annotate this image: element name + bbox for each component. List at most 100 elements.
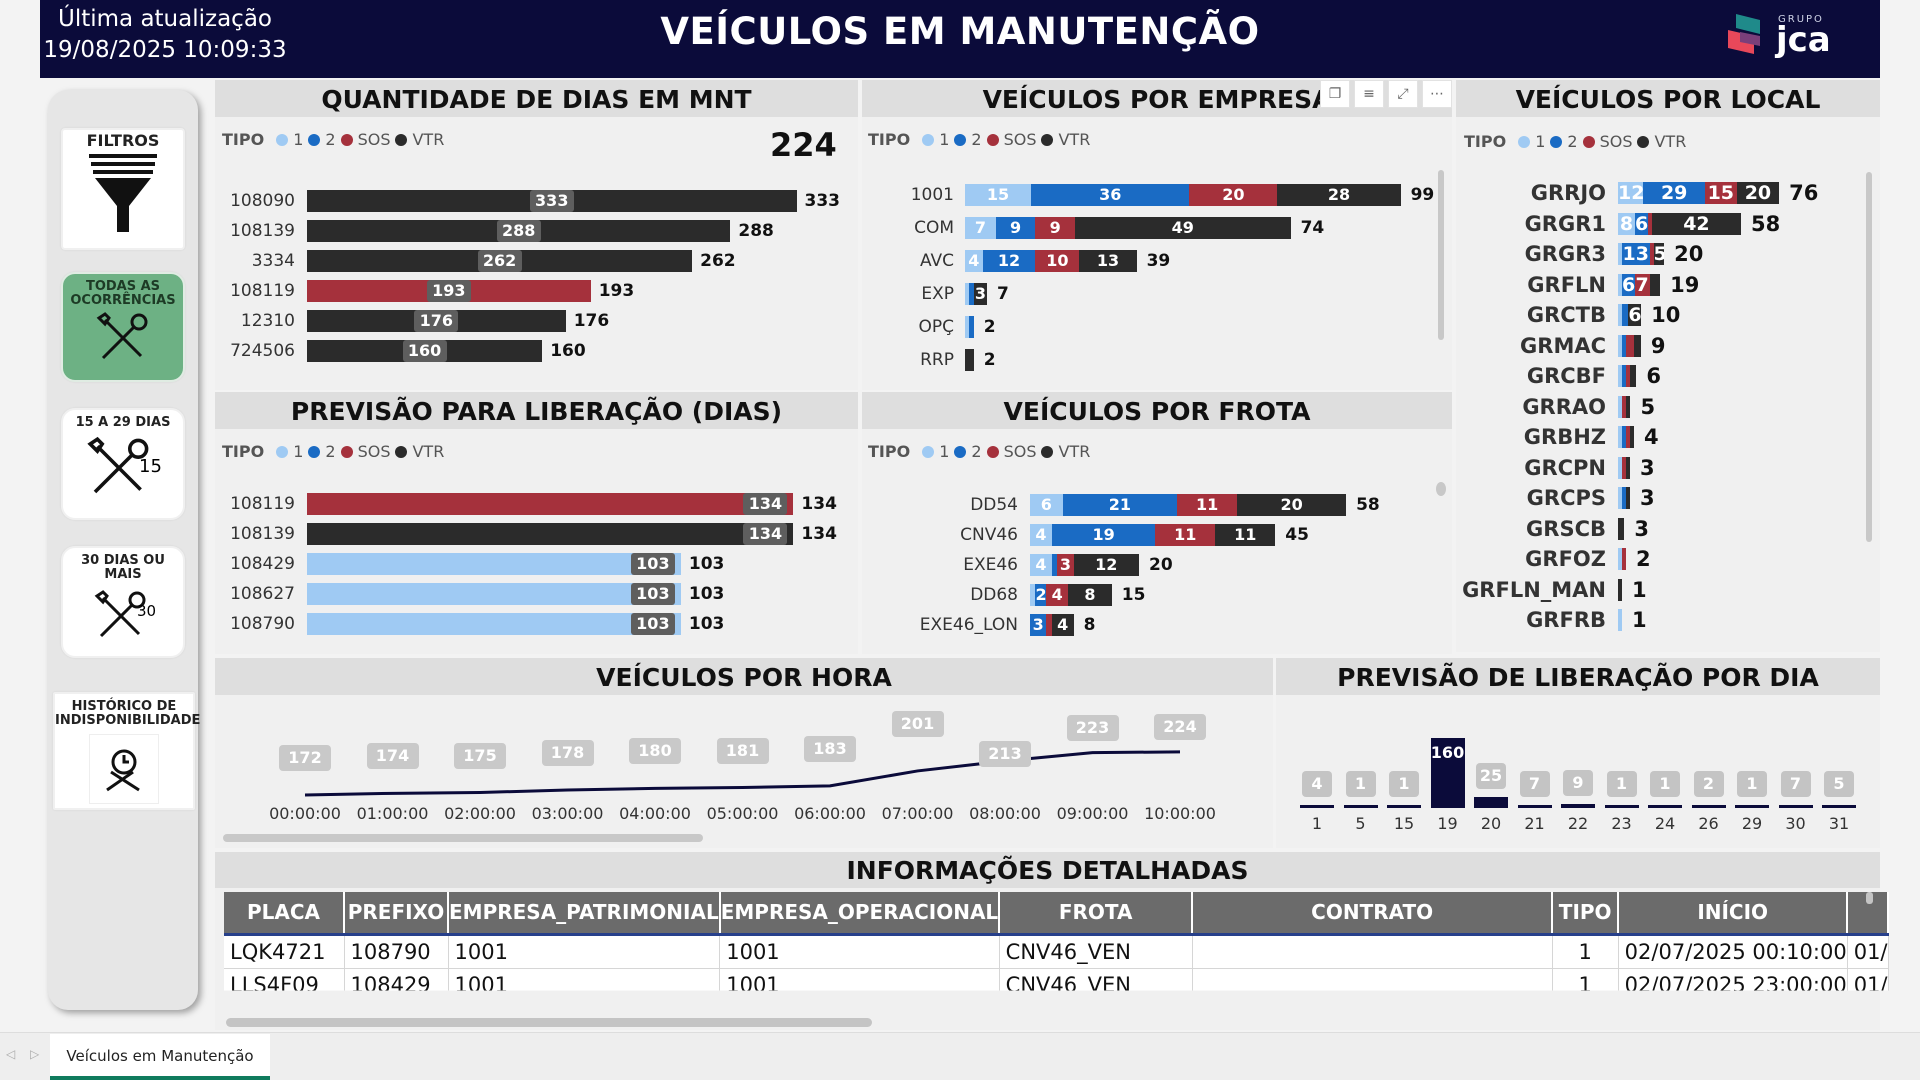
- tab-veiculos-em-manutencao[interactable]: Veículos em Manutenção: [50, 1034, 270, 1080]
- bar[interactable]: [307, 493, 794, 515]
- day-bar[interactable]: [1778, 804, 1813, 808]
- legend-item[interactable]: SOS: [340, 442, 391, 461]
- sidebar-item-30-dias-ou-mais[interactable]: 30 DIAS OU MAIS 30: [61, 546, 185, 658]
- stacked-bar[interactable]: [1618, 456, 1630, 479]
- stacked-bar[interactable]: 15 36 20 28: [965, 184, 1401, 206]
- stacked-bar[interactable]: [1618, 334, 1641, 357]
- legend-item[interactable]: SOS: [340, 130, 391, 149]
- sidebar-item-todas-ocorrencias[interactable]: TODAS AS OCORRÊNCIAS: [61, 272, 185, 382]
- stacked-bar[interactable]: 6 21 11 20: [1030, 494, 1347, 516]
- bar[interactable]: [307, 613, 681, 635]
- legend-item-label: SOS: [357, 130, 391, 149]
- legend-item[interactable]: 1: [276, 442, 303, 461]
- bar-segment: 8: [1618, 212, 1635, 235]
- data-label: 288: [496, 220, 541, 242]
- day-bar[interactable]: [1735, 805, 1769, 808]
- column-header[interactable]: PLACA: [224, 892, 345, 936]
- stacked-bar[interactable]: [1618, 487, 1630, 509]
- legend-item[interactable]: 2: [954, 130, 982, 149]
- day-bar[interactable]: [1561, 804, 1595, 808]
- column-header[interactable]: EMPRESA_OPERACIONAL: [719, 892, 1001, 936]
- day-bar[interactable]: [1300, 805, 1334, 808]
- day-bar[interactable]: [1648, 805, 1682, 808]
- legend-item[interactable]: 1: [276, 130, 303, 149]
- legend-item[interactable]: VTR: [1041, 442, 1090, 461]
- stacked-bar[interactable]: [1618, 578, 1622, 601]
- filter-icon[interactable]: ≡: [1354, 80, 1384, 108]
- table-vertical-scrollbar[interactable]: [1866, 892, 1873, 904]
- day-bar[interactable]: [1343, 805, 1378, 808]
- legend-item[interactable]: 1: [1518, 132, 1545, 151]
- row-label: CNV46: [960, 525, 1018, 545]
- legend-item[interactable]: SOS: [986, 442, 1036, 461]
- stacked-bar[interactable]: [1618, 548, 1626, 570]
- tab-prev-icon[interactable]: ◁: [6, 1047, 15, 1061]
- day-bar[interactable]: [1822, 805, 1856, 808]
- legend-item[interactable]: VTR: [1637, 132, 1686, 151]
- copy-icon[interactable]: ❐: [1320, 80, 1350, 108]
- vertical-scrollbar[interactable]: [1866, 172, 1872, 542]
- scroll-knob[interactable]: [1436, 482, 1446, 496]
- tab-next-icon[interactable]: ▷: [30, 1047, 39, 1061]
- legend-item[interactable]: 1: [922, 442, 949, 461]
- stacked-bar[interactable]: 34: [1030, 614, 1074, 636]
- legend-item[interactable]: 2: [308, 130, 336, 149]
- column-header[interactable]: CONTRATO: [1192, 892, 1554, 936]
- stacked-bar[interactable]: 12 29 15 20: [1618, 182, 1780, 204]
- stacked-bar[interactable]: [1618, 609, 1622, 631]
- bar[interactable]: [307, 583, 681, 605]
- bar[interactable]: [307, 553, 681, 575]
- stacked-bar[interactable]: 248: [1030, 584, 1112, 606]
- day-bar[interactable]: [1474, 797, 1508, 808]
- filters-card[interactable]: FILTROS: [61, 128, 185, 250]
- panel-veiculos-por-empresa: VEÍCULOS POR EMPRESA TIPO 1 2 SOS VTR 1001 15…: [862, 80, 1452, 390]
- day-bar[interactable]: [1604, 805, 1639, 808]
- stacked-bar[interactable]: 13 5: [1618, 243, 1665, 265]
- stacked-bar[interactable]: 4 3 12: [1030, 554, 1139, 576]
- stacked-bar[interactable]: 67: [1618, 273, 1661, 296]
- stacked-bar[interactable]: 6: [1618, 304, 1642, 326]
- bar-segment: 4: [1030, 524, 1052, 546]
- more-options-icon[interactable]: ⋯: [1422, 80, 1452, 108]
- table-row[interactable]: LQK4721 108790 1001 1001 CNV46_VEN 1 02/07/202…: [224, 934, 1889, 969]
- legend-item[interactable]: SOS: [986, 130, 1036, 149]
- focus-mode-icon[interactable]: ⤢: [1388, 80, 1418, 108]
- stacked-bar[interactable]: [1618, 517, 1625, 540]
- sidebar-item-15-29-dias[interactable]: 15 A 29 DIAS 15: [61, 408, 185, 520]
- legend-item[interactable]: 1: [922, 130, 949, 149]
- panel-title: INFORMAÇÕES DETALHADAS: [215, 852, 1880, 888]
- day-bar[interactable]: [1387, 805, 1421, 808]
- stacked-bar[interactable]: [965, 349, 974, 371]
- day-bar[interactable]: [1517, 804, 1552, 808]
- stacked-bar[interactable]: [1618, 426, 1634, 448]
- legend-item[interactable]: 2: [1550, 132, 1578, 151]
- table-horizontal-scrollbar[interactable]: [226, 1018, 872, 1027]
- column-header[interactable]: TIPO: [1552, 892, 1620, 936]
- stacked-bar[interactable]: [1618, 365, 1637, 387]
- stacked-bar[interactable]: [1618, 395, 1631, 418]
- row-label: 1001: [910, 185, 954, 205]
- column-header[interactable]: INÍCIO: [1618, 892, 1849, 936]
- column-header[interactable]: EMPRESA_PATRIMONIAL: [448, 892, 721, 936]
- bar[interactable]: [307, 523, 794, 545]
- legend-item[interactable]: VTR: [1041, 130, 1090, 149]
- day-bar[interactable]: [1691, 805, 1726, 808]
- stacked-bar[interactable]: 7 9 9 49: [965, 217, 1291, 239]
- column-header[interactable]: FROTA: [999, 892, 1194, 936]
- horizontal-scrollbar[interactable]: [223, 834, 703, 842]
- sidebar-item-historico[interactable]: HISTÓRICO DE INDISPONIBILIDADE: [53, 692, 200, 810]
- legend-item[interactable]: VTR: [395, 442, 444, 461]
- bar-segment: 12: [1618, 182, 1644, 204]
- stacked-bar[interactable]: [965, 316, 974, 338]
- legend-item-label: SOS: [357, 442, 391, 461]
- stacked-bar[interactable]: 4 19 11 11: [1030, 524, 1276, 546]
- legend-item[interactable]: 2: [954, 442, 982, 461]
- stacked-bar[interactable]: 4 12 10 13: [965, 250, 1137, 272]
- legend-item[interactable]: VTR: [395, 130, 444, 149]
- legend-item[interactable]: SOS: [1582, 132, 1632, 151]
- stacked-bar[interactable]: 3: [965, 283, 987, 305]
- vertical-scrollbar[interactable]: [1438, 170, 1444, 340]
- column-header[interactable]: PREFIXO: [344, 892, 449, 936]
- legend-item[interactable]: 2: [308, 442, 336, 461]
- stacked-bar[interactable]: 8 6 42: [1618, 212, 1741, 235]
